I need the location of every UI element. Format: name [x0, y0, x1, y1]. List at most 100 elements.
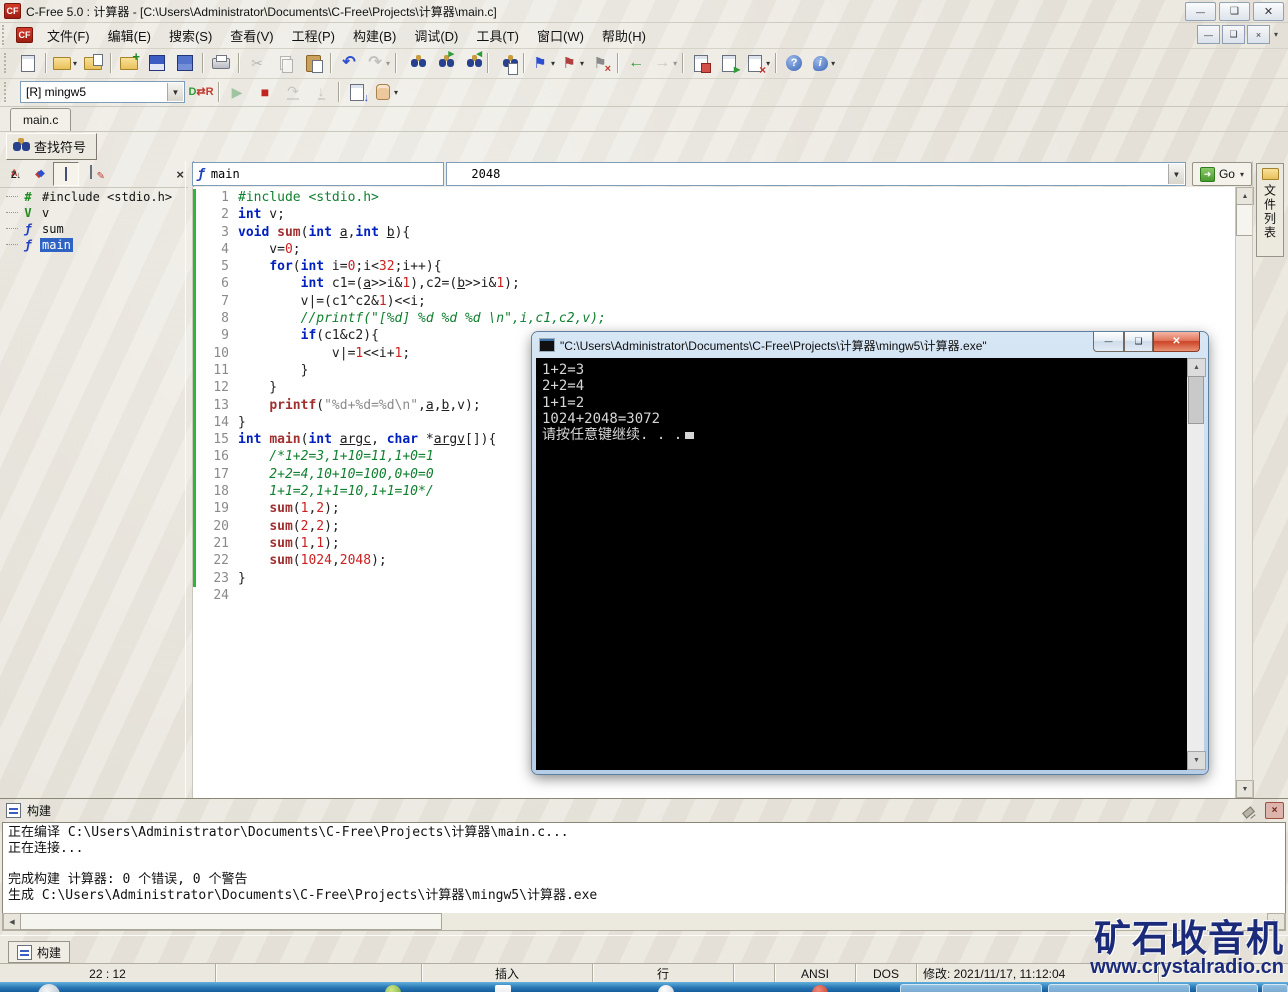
- new-project-button[interactable]: [116, 50, 142, 76]
- chevron-down-icon[interactable]: ▾: [73, 59, 77, 68]
- close-panel-button[interactable]: [1265, 802, 1284, 819]
- menu-item-7[interactable]: 工具(T): [467, 23, 528, 48]
- scrollbar-thumb[interactable]: [1236, 204, 1253, 236]
- rebuild-button[interactable]: ▾: [744, 50, 771, 77]
- menu-item-8[interactable]: 窗口(W): [528, 23, 593, 48]
- run-button[interactable]: [224, 79, 250, 105]
- menu-item-5[interactable]: 构建(B): [344, 23, 405, 48]
- chevron-down-icon[interactable]: ▾: [580, 59, 584, 68]
- chevron-down-icon[interactable]: ▼: [1167, 164, 1184, 184]
- menu-item-4[interactable]: 工程(P): [283, 23, 344, 48]
- undo-button[interactable]: [336, 50, 362, 76]
- console-output-area[interactable]: 1+2=3 2+2=4 1+1=2 1024+2048=3072 请按任意键继续. . …: [536, 358, 1206, 770]
- about-button[interactable]: ▾: [809, 50, 836, 76]
- compile-current-button[interactable]: [344, 79, 370, 105]
- mdi-minimize-button[interactable]: —: [1196, 25, 1220, 44]
- sort-alphabetic-button[interactable]: [3, 163, 27, 185]
- reopen-file-button[interactable]: [80, 50, 106, 76]
- mdi-close-button[interactable]: ×: [1246, 25, 1270, 44]
- function-navigator-combo[interactable]: ƒ main: [192, 162, 445, 186]
- list-view-button[interactable]: [53, 162, 79, 186]
- menu-item-2[interactable]: 搜索(S): [160, 23, 221, 48]
- close-panel-icon[interactable]: ×: [176, 167, 184, 182]
- print-button[interactable]: [208, 50, 234, 76]
- close-button[interactable]: [1253, 2, 1284, 21]
- tab-main-c[interactable]: main.c: [10, 108, 72, 131]
- scroll-up-icon[interactable]: ▲: [1187, 358, 1206, 377]
- symbol-tree-item-v[interactable]: Vv: [0, 205, 185, 221]
- save-button[interactable]: [144, 50, 170, 76]
- taskbar-app-icon[interactable]: [495, 985, 511, 992]
- console-close-button[interactable]: [1153, 332, 1200, 352]
- scrollbar-thumb[interactable]: [20, 913, 442, 930]
- show-members-button[interactable]: [86, 163, 110, 185]
- start-orb-icon[interactable]: [38, 984, 60, 992]
- find-in-files-button[interactable]: [493, 50, 519, 76]
- symbol-tree-item-main[interactable]: ƒ main: [0, 237, 185, 253]
- restore-button[interactable]: [1219, 2, 1250, 21]
- build-tab-button[interactable]: 构建: [8, 941, 71, 963]
- chevron-down-icon[interactable]: ▾: [394, 88, 398, 97]
- symbol-tree-item--include-stdio-h-[interactable]: # #include <stdio.h>: [0, 189, 185, 205]
- clear-bookmarks-button[interactable]: [587, 50, 613, 76]
- console-scrollbar[interactable]: ▲ ▼: [1187, 358, 1206, 770]
- scroll-right-icon[interactable]: ▶: [1267, 913, 1285, 930]
- debug-release-toggle-button[interactable]: [188, 79, 214, 105]
- scroll-left-icon[interactable]: ◀: [3, 913, 21, 930]
- editor-vertical-scrollbar[interactable]: ▲ ▼: [1235, 187, 1254, 798]
- go-button[interactable]: Go ▾: [1191, 162, 1252, 186]
- chevron-down-icon[interactable]: ▾: [766, 59, 770, 68]
- menu-item-6[interactable]: 调试(D): [405, 23, 467, 48]
- editor-search-combo[interactable]: 2048 ▼: [446, 162, 1186, 186]
- chevron-down-icon[interactable]: ▼: [167, 83, 183, 101]
- pin-icon[interactable]: [1241, 803, 1257, 819]
- find-previous-button[interactable]: [457, 49, 483, 76]
- scrollbar-thumb[interactable]: [1188, 376, 1204, 424]
- mdi-more-arrow-icon[interactable]: ▾: [1274, 30, 1278, 39]
- build-output-text[interactable]: 正在编译 C:\Users\Administrator\Documents\C-…: [2, 822, 1286, 918]
- build-configuration-combo[interactable]: [R] mingw5 ▼: [20, 81, 185, 103]
- taskbar-app-icon[interactable]: [658, 985, 674, 992]
- build-button[interactable]: [716, 50, 742, 76]
- save-all-button[interactable]: [172, 50, 198, 76]
- title-bar[interactable]: C-Free 5.0 : 计算器 - [C:\Users\Administrat…: [0, 0, 1288, 23]
- chevron-down-icon[interactable]: ▾: [551, 59, 555, 68]
- compile-button[interactable]: [688, 50, 714, 76]
- find-button[interactable]: [401, 50, 427, 76]
- console-maximize-button[interactable]: [1124, 332, 1153, 352]
- menu-item-3[interactable]: 查看(V): [221, 23, 282, 48]
- symbol-tree-item-sum[interactable]: ƒ sum: [0, 221, 185, 237]
- file-list-tab[interactable]: 文件列表: [1256, 163, 1284, 257]
- pause-button[interactable]: ▾: [372, 79, 399, 105]
- minimize-button[interactable]: [1185, 2, 1216, 21]
- navigate-back-button[interactable]: [623, 50, 649, 76]
- taskbar-button[interactable]: [1048, 984, 1190, 992]
- menu-item-9[interactable]: 帮助(H): [593, 23, 655, 48]
- build-horizontal-scrollbar[interactable]: ◀ ▶: [2, 913, 1286, 931]
- console-minimize-button[interactable]: [1093, 332, 1124, 352]
- chevron-down-icon[interactable]: ▾: [1240, 170, 1244, 179]
- goto-bookmark-button[interactable]: ▾: [558, 50, 585, 76]
- paste-button[interactable]: [300, 50, 326, 76]
- stop-button[interactable]: [252, 79, 278, 105]
- chevron-down-icon[interactable]: ▾: [831, 59, 835, 68]
- taskbar[interactable]: [0, 982, 1288, 992]
- chevron-down-icon[interactable]: ▾: [386, 59, 390, 68]
- menu-item-0[interactable]: 文件(F): [38, 23, 99, 48]
- taskbar-button[interactable]: [900, 984, 1042, 992]
- mdi-restore-button[interactable]: ❑: [1221, 25, 1245, 44]
- sort-by-type-button[interactable]: [28, 163, 52, 185]
- find-symbol-button[interactable]: 查找符号: [6, 133, 98, 160]
- open-file-button[interactable]: ▾: [51, 50, 78, 76]
- find-next-button[interactable]: [429, 49, 455, 76]
- menu-item-1[interactable]: 编辑(E): [99, 23, 160, 48]
- help-button[interactable]: [781, 50, 807, 76]
- new-file-button[interactable]: [15, 50, 41, 76]
- taskbar-button[interactable]: [1262, 984, 1288, 992]
- chevron-down-icon[interactable]: ▾: [673, 59, 677, 68]
- taskbar-button[interactable]: [1196, 984, 1258, 992]
- taskbar-app-icon[interactable]: [385, 985, 401, 992]
- taskbar-app-icon[interactable]: [812, 985, 828, 992]
- scroll-down-icon[interactable]: ▼: [1187, 751, 1206, 770]
- toggle-bookmark-button[interactable]: ▾: [529, 50, 556, 76]
